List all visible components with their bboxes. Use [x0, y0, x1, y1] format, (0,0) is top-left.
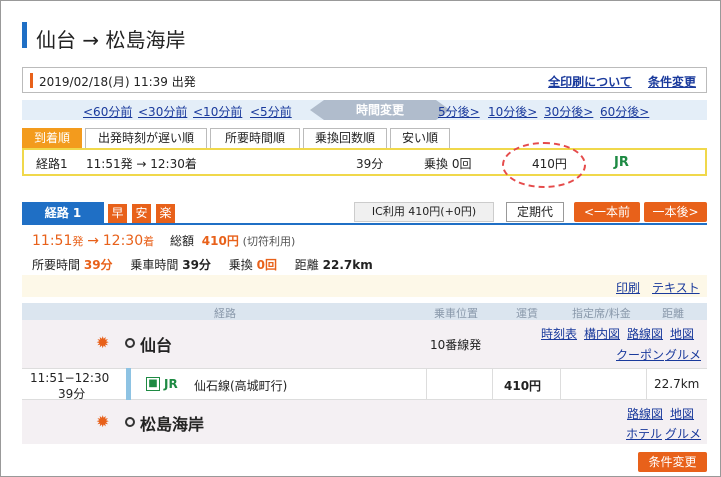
- transfer-count: 0回: [256, 258, 277, 272]
- time-change-button[interactable]: 時間変更: [310, 100, 450, 120]
- datetime-box: 2019/02/18(月) 11:39 出発 全印刷について 条件変更: [22, 67, 707, 93]
- print-info-link[interactable]: 全印刷について: [548, 75, 632, 89]
- summary-arrow: →: [87, 233, 99, 249]
- route-list-row[interactable]: 経路1 11:51発 → 12:30着 39分 乗換 0回 410円 JR: [22, 148, 707, 176]
- segment-line-bar: [126, 368, 131, 400]
- tab-transfers[interactable]: 乗換回数順: [303, 128, 387, 149]
- arrival-station-name: 松島海岸: [140, 415, 205, 434]
- header-reserved: 指定席/料金: [572, 307, 631, 320]
- transfer-label: 乗換: [228, 258, 253, 272]
- route-map-link[interactable]: 路線図: [627, 325, 663, 342]
- next-60-link[interactable]: 60分後>: [600, 103, 649, 120]
- header-route: 経路: [214, 307, 236, 320]
- arrival-gourmet-link[interactable]: グルメ: [665, 425, 701, 442]
- required-time-label: 所要時間: [32, 258, 81, 272]
- route-duration: 39分: [356, 157, 384, 171]
- route-tab[interactable]: 経路 1: [22, 202, 104, 224]
- route-table-header: 経路 乗車位置 運賃 指定席/料金 距離: [22, 303, 707, 320]
- segment-line-detail: 仙石線(高城町行): [194, 379, 288, 393]
- segment-distance: 22.7km: [654, 377, 700, 391]
- segment-time: 11:51−12:30: [30, 371, 110, 385]
- departure-datetime: 2019/02/18(月) 11:39 出発: [39, 75, 196, 89]
- prev-train-button[interactable]: <一本前: [574, 202, 640, 222]
- segment-row: 11:51−12:30 39分 ■ JR 仙石線(高城町行) 410円 22.7…: [22, 368, 707, 401]
- station-row-arrival: ✹ 松島海岸 路線図 地図 ホテル グルメ: [22, 400, 707, 444]
- condition-change-link[interactable]: 条件変更: [648, 75, 696, 89]
- required-time: 39分: [83, 258, 113, 272]
- prev-10-link[interactable]: <10分前: [193, 103, 242, 120]
- time-nav-bar: <60分前 <30分前 <10分前 <5分前 時間変更 5分後> 10分後> 3…: [22, 100, 707, 120]
- sun-icon-arrival: ✹: [96, 412, 110, 431]
- text-link[interactable]: テキスト: [652, 279, 700, 296]
- station-ring-icon: [125, 338, 135, 348]
- summary-dep-suffix: 発: [72, 235, 84, 248]
- next-5-link[interactable]: 5分後>: [438, 103, 480, 120]
- hotel-link[interactable]: ホテル: [626, 425, 662, 442]
- header-distance: 距離: [662, 307, 684, 320]
- distance: 22.7km: [322, 258, 373, 272]
- summary-arr-suffix: 着: [143, 235, 155, 248]
- total-fare: 410円: [201, 234, 239, 248]
- route-transfers: 乗換 0回: [424, 157, 472, 171]
- arrival-route-map-link[interactable]: 路線図: [627, 405, 663, 422]
- segment-line: JR: [164, 377, 178, 391]
- summary-arr-time: 12:30: [102, 233, 144, 249]
- next-10-link[interactable]: 10分後>: [488, 103, 537, 120]
- map-link[interactable]: 地図: [670, 325, 694, 342]
- prev-5-link[interactable]: <5分前: [250, 103, 292, 120]
- fare-highlight-circle: [502, 142, 586, 188]
- route-name: 経路1: [36, 157, 68, 171]
- title-accent-bar: [22, 22, 27, 48]
- sun-icon: ✹: [96, 333, 110, 352]
- header-boarding: 乗車位置: [434, 307, 478, 320]
- commuter-pass-button[interactable]: 定期代: [506, 202, 564, 222]
- station-ring-icon-arrival: [125, 417, 135, 427]
- ride-time: 39分: [182, 258, 211, 272]
- coupon-link[interactable]: クーポン: [616, 346, 664, 363]
- badge-fast: 早: [108, 204, 127, 223]
- timetable-link[interactable]: 時刻表: [541, 325, 577, 342]
- ic-fare-box: IC利用 410円(+0円): [354, 202, 494, 222]
- badge-cheap: 安: [132, 204, 151, 223]
- footer-condition-change-button[interactable]: 条件変更: [638, 452, 707, 472]
- route-line: JR: [614, 155, 629, 170]
- departure-station-name: 仙台: [140, 336, 173, 355]
- tab-arrival-order[interactable]: 到着順: [22, 128, 82, 149]
- segment-fare: 410円: [504, 379, 542, 393]
- gourmet-link[interactable]: グルメ: [665, 346, 701, 363]
- tab-late-departure[interactable]: 出発時刻が遅い順: [85, 128, 207, 149]
- tab-cheapest[interactable]: 安い順: [390, 128, 450, 149]
- route-summary: 11:51発 → 12:30着 総額 410円 (切符利用) 所要時間 39分 …: [22, 225, 707, 275]
- print-link[interactable]: 印刷: [616, 279, 640, 296]
- tab-duration[interactable]: 所要時間順: [210, 128, 300, 149]
- page-title: 仙台 → 松島海岸: [36, 28, 186, 52]
- platform-info: 10番線発: [430, 338, 482, 352]
- ride-time-label: 乗車時間: [130, 258, 179, 272]
- datetime-mark: [30, 73, 33, 88]
- station-map-link[interactable]: 構内図: [584, 325, 620, 342]
- header-fare: 運賃: [516, 307, 538, 320]
- train-icon: ■: [146, 377, 160, 391]
- badge-easy: 楽: [156, 204, 175, 223]
- prev-30-link[interactable]: <30分前: [138, 103, 187, 120]
- station-row-departure: ✹ 仙台 10番線発 時刻表 構内図 路線図 地図 クーポン グルメ: [22, 320, 707, 368]
- total-label: 総額: [169, 234, 194, 248]
- distance-label: 距離: [294, 258, 319, 272]
- prev-60-link[interactable]: <60分前: [83, 103, 132, 120]
- next-train-button[interactable]: 一本後>: [644, 202, 707, 222]
- route-time: 11:51発 → 12:30着: [86, 157, 197, 171]
- ticket-note: (切符利用): [242, 235, 296, 248]
- summary-dep-time: 11:51: [32, 233, 73, 249]
- arrival-map-link[interactable]: 地図: [670, 405, 694, 422]
- print-band: 印刷 テキスト: [22, 275, 707, 297]
- next-30-link[interactable]: 30分後>: [544, 103, 593, 120]
